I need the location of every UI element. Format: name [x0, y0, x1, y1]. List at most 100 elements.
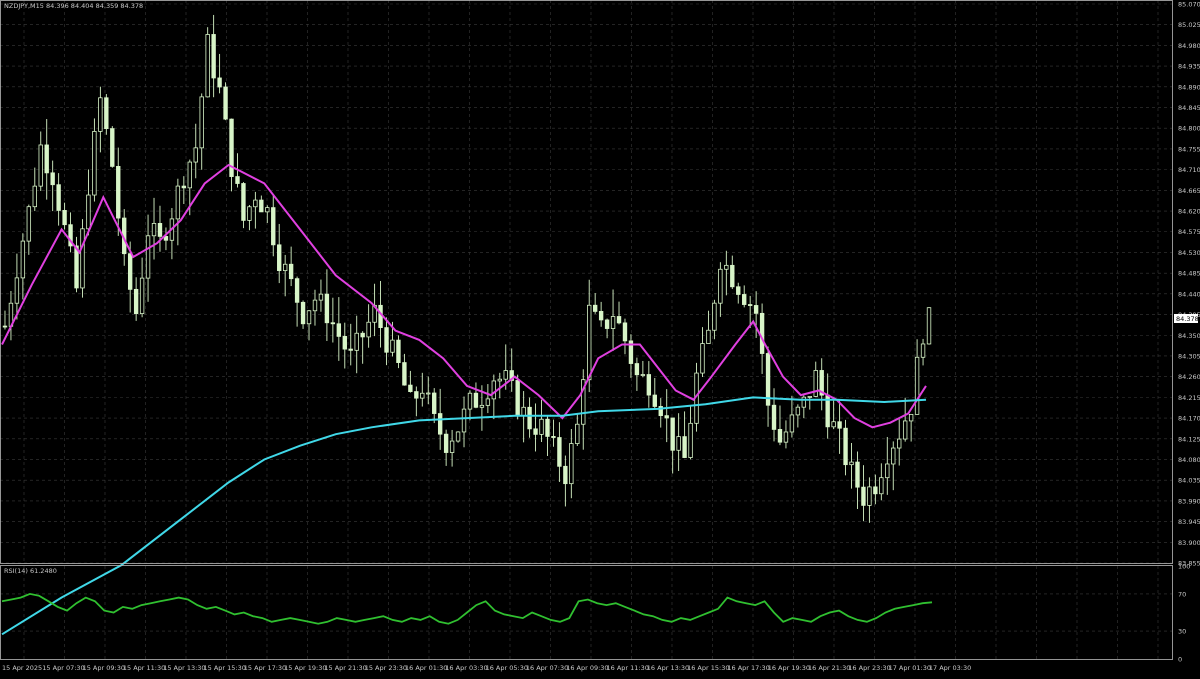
candle-body	[324, 293, 330, 324]
candle-body	[682, 436, 687, 458]
candle-body	[247, 206, 252, 221]
candle-body	[390, 339, 395, 353]
y-tick-label: 84.710	[1178, 166, 1200, 174]
rsi-grid	[0, 566, 1172, 659]
candle-body	[759, 312, 765, 354]
y-tick-label: 84.215	[1178, 394, 1200, 402]
candle-body	[855, 461, 860, 488]
y-tick-label: 84.080	[1178, 456, 1200, 464]
candle-body	[360, 332, 365, 338]
candle-body	[402, 362, 407, 386]
candle-body	[646, 374, 652, 396]
candle-body	[640, 374, 646, 376]
y-tick-label: 83.900	[1178, 539, 1200, 547]
candle-body	[116, 165, 121, 219]
candle-body	[634, 363, 640, 376]
x-tick-label: 16 Apr 07:30	[526, 664, 568, 672]
candle-body	[473, 392, 479, 408]
candle-body	[551, 436, 556, 438]
candle-body	[795, 406, 801, 416]
main-grid	[0, 0, 1172, 564]
candle-body	[563, 465, 568, 485]
candle-body	[420, 392, 425, 399]
candle-body	[187, 161, 192, 189]
y-tick-label: 84.665	[1178, 187, 1200, 195]
candle-body	[80, 228, 85, 289]
candle-body	[753, 305, 759, 314]
candle-body	[688, 422, 693, 458]
candle-body	[259, 199, 264, 213]
candle-body	[265, 207, 270, 213]
candle-body	[891, 447, 896, 465]
candle-body	[664, 415, 669, 419]
candle-body	[104, 97, 109, 130]
candle-body	[867, 486, 872, 506]
y-tick-label: 84.350	[1178, 332, 1200, 340]
candle-body	[455, 431, 461, 442]
candle-body	[86, 194, 91, 230]
candle-body	[712, 302, 717, 331]
candle-body	[384, 327, 389, 353]
candle-body	[539, 418, 544, 435]
candle-body	[378, 304, 383, 329]
rsi-layer	[1, 592, 933, 625]
candle-body	[175, 185, 181, 220]
candle-body	[127, 253, 133, 290]
candle-body	[724, 264, 729, 270]
candle-body	[557, 437, 562, 467]
rsi-tick-label: 100	[1178, 563, 1190, 571]
candle-body	[920, 343, 926, 358]
candle-body	[396, 339, 401, 363]
main-pane-frame	[0, 0, 1173, 564]
candle-body	[831, 421, 836, 428]
candle-body	[616, 316, 622, 324]
x-tick-label: 15 Apr 09:30	[83, 664, 125, 672]
x-tick-label: 15 Apr 07:30	[42, 664, 84, 672]
trading-chart[interactable]: 85.070 85.025 84.980 84.935 84.890 84.845 84.8…	[0, 0, 1200, 675]
y-tick-label: 83.990	[1178, 497, 1200, 505]
candle-body	[56, 184, 61, 211]
candle-body	[801, 396, 807, 408]
candle-body	[849, 461, 854, 466]
current-price-label: 84.378	[1176, 315, 1199, 323]
x-tick-label: 15 Apr 2025	[2, 664, 42, 672]
candle-body	[575, 423, 580, 444]
candle-body	[74, 245, 79, 289]
candle-body	[700, 343, 705, 374]
candle-body	[217, 77, 222, 88]
x-tick-label: 16 Apr 21:30	[808, 664, 850, 672]
y-tick-label: 85.070	[1178, 1, 1200, 9]
candle-body	[44, 144, 49, 174]
x-tick-label: 16 Apr 13:30	[647, 664, 689, 672]
candle-body	[783, 431, 789, 443]
candle-body	[139, 277, 145, 315]
candle-body	[587, 304, 592, 381]
candle-body	[789, 414, 795, 433]
candle-body	[92, 131, 97, 196]
y-tick-label: 84.125	[1178, 435, 1200, 443]
candle-body	[706, 329, 711, 344]
candle-body	[777, 429, 783, 443]
candle-body	[837, 421, 842, 429]
candle-body	[32, 185, 37, 208]
rsi-tick-label: 70	[1178, 590, 1186, 598]
x-tick-label: 16 Apr 15:30	[687, 664, 729, 672]
candle-body	[223, 86, 228, 120]
x-tick-label: 16 Apr 03:30	[445, 664, 487, 672]
y-tick-label: 84.935	[1178, 63, 1200, 71]
candle-body	[736, 286, 741, 295]
y-tick-label: 84.575	[1178, 228, 1200, 236]
candle-body	[897, 438, 902, 449]
candle-body	[467, 392, 473, 410]
candle-body	[282, 263, 288, 272]
candle-body	[485, 398, 491, 406]
candle-body	[414, 391, 419, 399]
x-tick-label: 16 Apr 05:30	[486, 664, 528, 672]
x-tick-label: 17 Apr 01:30	[889, 664, 931, 672]
rsi-tick-label: 30	[1178, 628, 1186, 636]
x-tick-label: 16 Apr 01:30	[405, 664, 447, 672]
x-tick-label: 16 Apr 23:30	[848, 664, 890, 672]
candle-body	[807, 396, 812, 398]
candle-body	[193, 147, 198, 163]
candle-body	[330, 322, 336, 325]
